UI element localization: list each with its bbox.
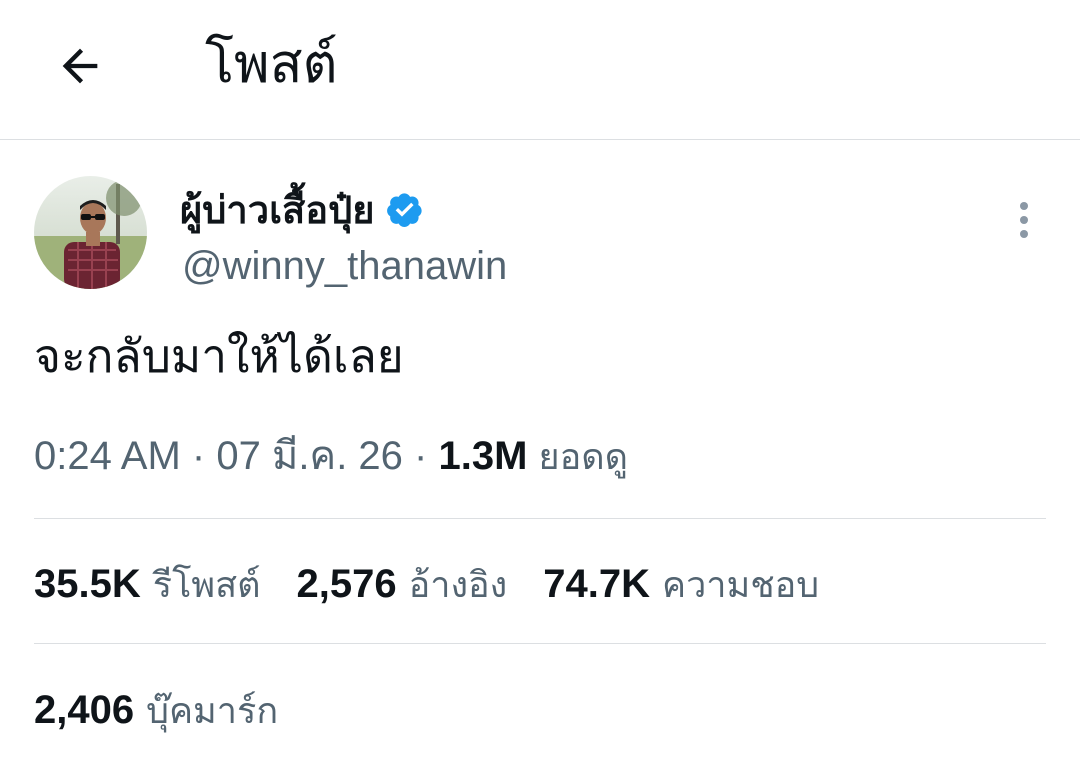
avatar-photo	[34, 176, 147, 289]
top-bar: โพสต์	[0, 0, 1080, 140]
verified-badge-icon	[387, 193, 423, 227]
likes-label: ความชอบ	[662, 564, 820, 606]
bookmarks-count: 2,406	[34, 687, 135, 732]
quotes-label: อ้างอิง	[408, 564, 508, 606]
quotes-stat[interactable]: 2,576 อ้างอิง	[297, 556, 508, 613]
engagement-stats: 35.5K รีโพสต์ 2,576 อ้างอิง 74.7K ความชอ…	[34, 554, 855, 614]
back-button[interactable]	[44, 30, 116, 102]
more-vertical-icon	[1020, 202, 1028, 238]
reposts-label: รีโพสต์	[152, 564, 261, 606]
arrow-left-icon	[62, 48, 98, 84]
reposts-stat[interactable]: 35.5K รีโพสต์	[34, 556, 261, 613]
page-title: โพสต์	[205, 32, 338, 95]
likes-stat[interactable]: 74.7K ความชอบ	[543, 556, 819, 613]
author-handle[interactable]: @winny_thanawin	[182, 240, 507, 292]
more-options-button[interactable]	[1000, 196, 1048, 244]
meta-separator: ·	[191, 434, 206, 478]
post-text: จะกลับมาให้ได้เลย	[34, 329, 404, 383]
post-time[interactable]: 0:24 AM	[34, 434, 181, 478]
bookmarks-stat[interactable]: 2,406 บุ๊คมาร์ก	[34, 680, 278, 740]
meta-separator: ·	[414, 434, 428, 478]
quotes-count: 2,576	[296, 561, 397, 606]
bookmarks-stat-inner: 2,406 บุ๊คมาร์ก	[34, 682, 278, 739]
author-name-text: ผู้บ่าวเสื้อปุ๋ย	[180, 188, 375, 232]
author-display-name[interactable]: ผู้บ่าวเสื้อปุ๋ย	[180, 182, 424, 238]
reposts-count: 35.5K	[34, 561, 141, 606]
views-label: ยอดดู	[538, 437, 629, 478]
avatar[interactable]	[34, 176, 147, 289]
divider	[34, 518, 1046, 519]
post-date[interactable]: 07 มี.ค. 26	[216, 434, 403, 478]
likes-count: 74.7K	[543, 561, 650, 606]
views-count[interactable]: 1.3M	[438, 434, 527, 478]
bookmarks-label: บุ๊คมาร์ก	[146, 690, 279, 732]
divider	[34, 643, 1046, 644]
post-meta: 0:24 AM · 07 มี.ค. 26 · 1.3M ยอดดู	[34, 428, 628, 486]
